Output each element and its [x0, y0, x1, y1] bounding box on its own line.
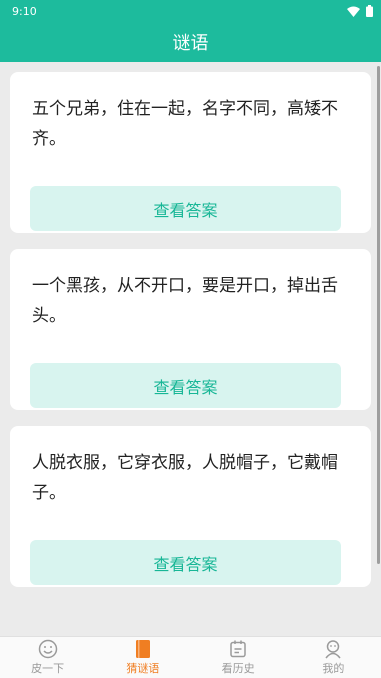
riddle-text: 一个黑孩，从不开口，要是开口，掉出舌头。 [32, 276, 338, 326]
book-icon [135, 640, 150, 658]
page-title: 谜语 [172, 33, 209, 54]
riddle-text: 五个兄弟，住在一起，名字不同，高矮不齐。 [32, 99, 338, 149]
riddle-card: 一个黑孩，从不开口，要是开口，掉出舌头。 查看答案 [10, 249, 371, 410]
view-answer-button[interactable]: 查看答案 [30, 540, 341, 585]
app-bar: 谜语 [0, 22, 381, 62]
scrollbar[interactable] [377, 66, 380, 564]
bottom-tab-bar: 皮一下 猜谜语 看历史 我的 [0, 636, 381, 678]
tab-cai-mi-yu[interactable]: 猜谜语 [95, 637, 190, 678]
tab-wo-de[interactable]: 我的 [286, 637, 381, 678]
riddle-card: 五个兄弟，住在一起，名字不同，高矮不齐。 查看答案 [10, 72, 371, 233]
tab-kan-li-shi[interactable]: 看历史 [191, 637, 286, 678]
riddle-list[interactable]: 五个兄弟，住在一起，名字不同，高矮不齐。 查看答案 一个黑孩，从不开口，要是开口… [0, 62, 381, 636]
status-bar: 9:10 [0, 0, 381, 22]
calendar-icon [230, 640, 246, 658]
tab-label: 我的 [322, 662, 345, 675]
tab-label: 皮一下 [31, 662, 65, 675]
riddle-card: 人脱衣服，它穿衣服，人脱帽子，它戴帽子。 查看答案 [10, 426, 371, 587]
wifi-icon [347, 6, 360, 17]
battery-icon [366, 5, 373, 17]
view-answer-button[interactable]: 查看答案 [30, 186, 341, 231]
tab-pi-yi-xia[interactable]: 皮一下 [0, 637, 95, 678]
tab-label: 看历史 [221, 662, 255, 675]
tab-label: 猜谜语 [126, 662, 160, 675]
status-time: 9:10 [12, 4, 37, 18]
smile-icon [38, 639, 57, 659]
view-answer-button[interactable]: 查看答案 [30, 363, 341, 408]
riddle-text: 人脱衣服，它穿衣服，人脱帽子，它戴帽子。 [32, 453, 338, 503]
person-icon [325, 640, 341, 659]
